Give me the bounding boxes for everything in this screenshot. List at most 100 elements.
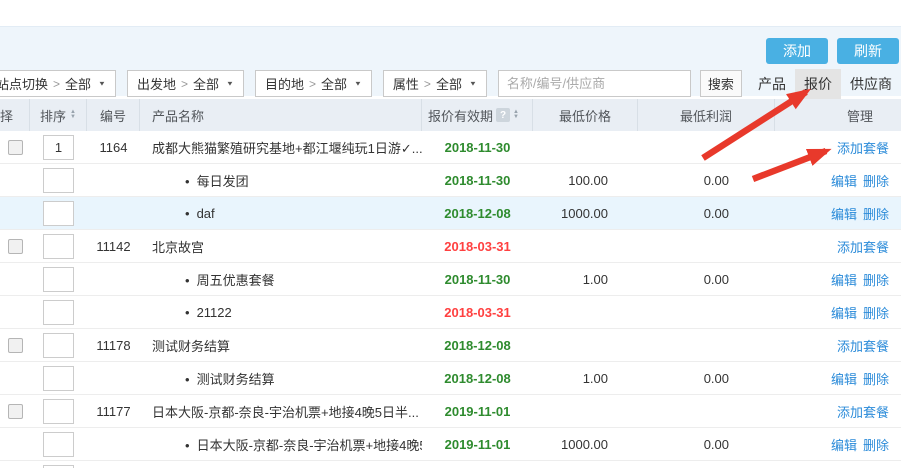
min-profit: 0.00 <box>638 272 775 287</box>
delete-link[interactable]: 删除 <box>863 306 889 321</box>
add-button[interactable]: 添加 <box>766 38 828 64</box>
valid-date-cell: 2019-11-01 <box>422 404 533 419</box>
sort-input[interactable] <box>43 399 74 424</box>
package-name: •测试财务结算 <box>140 369 422 388</box>
help-icon[interactable]: ? <box>496 108 510 122</box>
manage-cell: 添加套餐 <box>775 138 901 157</box>
min-profit: 0.00 <box>638 173 775 188</box>
caret-down-icon: ▼ <box>354 80 362 87</box>
valid-date: 2018-03-31 <box>444 239 511 254</box>
edit-link[interactable]: 编辑 <box>831 372 857 387</box>
valid-date: 2018-12-08 <box>444 206 511 221</box>
bullet-icon: • <box>185 174 190 189</box>
sort-cell <box>30 366 87 391</box>
add-package-link[interactable]: 添加套餐 <box>837 339 889 354</box>
product-code: 1164 <box>87 140 140 155</box>
table-body: 1164成都大熊猫繁殖研究基地+都江堰纯玩1日游✓... 2018-11-30 添加… <box>0 131 901 468</box>
filter-separator: > <box>53 77 60 91</box>
row-checkbox[interactable] <box>8 239 23 254</box>
row-checkbox[interactable] <box>8 404 23 419</box>
min-profit-header: 最低利润 <box>638 99 775 131</box>
filter-departure[interactable]: 出发地 > 全部 ▼ <box>127 70 244 97</box>
valid-date-header[interactable]: 报价有效期 ? ▲▼ <box>422 99 533 131</box>
filter-label: 属性 <box>393 74 419 93</box>
tab-product[interactable]: 产品 <box>749 69 795 99</box>
tab-quote[interactable]: 报价 <box>795 69 841 99</box>
filter-site-switch[interactable]: 站点切换 > 全部 ▼ <box>0 70 116 97</box>
product-code: 11142 <box>87 239 140 254</box>
bullet-icon: • <box>185 206 190 221</box>
valid-date: 2018-03-31 <box>444 305 511 320</box>
sort-input[interactable] <box>43 135 74 160</box>
product-code: 11177 <box>87 404 140 419</box>
edit-link[interactable]: 编辑 <box>831 438 857 453</box>
add-package-link[interactable]: 添加套餐 <box>837 141 889 156</box>
valid-date: 2018-12-08 <box>444 371 511 386</box>
sort-input[interactable] <box>43 267 74 292</box>
product-name: 测试财务结算 <box>140 336 422 355</box>
tab-bar: 产品 报价 供应商 <box>749 69 901 99</box>
manage-cell: 编辑删除 <box>775 369 901 388</box>
delete-link[interactable]: 删除 <box>863 438 889 453</box>
manage-cell: 编辑删除 <box>775 435 901 454</box>
package-row: •21122 2018-03-31 编辑删除 <box>0 296 901 329</box>
sort-input[interactable] <box>43 333 74 358</box>
sort-input[interactable] <box>43 201 74 226</box>
delete-link[interactable]: 删除 <box>863 273 889 288</box>
select-cell <box>0 239 30 254</box>
filter-destination[interactable]: 目的地 > 全部 ▼ <box>255 70 372 97</box>
sort-input[interactable] <box>43 366 74 391</box>
search-button[interactable]: 搜索 <box>700 70 742 97</box>
sort-input[interactable] <box>43 168 74 193</box>
package-name: •每日发团 <box>140 171 422 190</box>
package-name: •21122 <box>140 305 422 320</box>
min-profit: 0.00 <box>638 437 775 452</box>
product-row: 11178测试财务结算2018-12-08添加套餐 <box>0 329 901 362</box>
sort-input[interactable] <box>43 234 74 259</box>
manage-cell: 添加套餐 <box>775 336 901 355</box>
filter-bar: 站点切换 > 全部 ▼ 出发地 > 全部 ▼ 目的地 > 全部 ▼ 属性 > 全… <box>0 70 901 97</box>
sort-input[interactable] <box>43 432 74 457</box>
delete-link[interactable]: 删除 <box>863 372 889 387</box>
filter-attribute[interactable]: 属性 > 全部 ▼ <box>383 70 487 97</box>
product-name: 成都大熊猫繁殖研究基地+都江堰纯玩1日游✓... <box>140 138 422 157</box>
bullet-icon: • <box>185 305 190 320</box>
valid-date-cell: 2018-03-31 <box>422 239 533 254</box>
valid-date: 2018-12-08 <box>444 338 511 353</box>
search-input[interactable] <box>498 70 691 97</box>
filter-value: 全部 <box>193 74 219 93</box>
sort-input[interactable] <box>43 465 74 468</box>
min-price: 100.00 <box>533 173 638 188</box>
valid-date-cell: 2018-11-30 <box>422 173 533 188</box>
edit-link[interactable]: 编辑 <box>831 207 857 222</box>
filter-value: 全部 <box>65 74 91 93</box>
edit-link[interactable]: 编辑 <box>831 273 857 288</box>
min-profit: 0.00 <box>638 371 775 386</box>
edit-link[interactable]: 编辑 <box>831 306 857 321</box>
delete-link[interactable]: 删除 <box>863 174 889 189</box>
delete-link[interactable]: 删除 <box>863 207 889 222</box>
sort-icon[interactable]: ▲▼ <box>70 110 76 120</box>
min-price: 1.00 <box>533 371 638 386</box>
edit-link[interactable]: 编辑 <box>831 174 857 189</box>
sort-cell <box>30 399 87 424</box>
manage-header: 管理 <box>775 99 901 131</box>
row-checkbox[interactable] <box>8 338 23 353</box>
refresh-button[interactable]: 刷新 <box>837 38 899 64</box>
package-name: •daf <box>140 206 422 221</box>
add-package-link[interactable]: 添加套餐 <box>837 405 889 420</box>
add-package-link[interactable]: 添加套餐 <box>837 240 889 255</box>
sort-icon[interactable]: ▲▼ <box>513 110 519 120</box>
sort-cell <box>30 465 87 468</box>
filter-label: 出发地 <box>137 74 176 93</box>
caret-down-icon: ▼ <box>226 80 234 87</box>
sort-input[interactable] <box>43 300 74 325</box>
bullet-icon: • <box>185 438 190 453</box>
valid-date-cell: 2018-03-31 <box>422 305 533 320</box>
sort-header[interactable]: 排序 ▲▼ <box>30 99 87 131</box>
filter-separator: > <box>424 77 431 91</box>
valid-date: 2019-11-01 <box>445 404 511 419</box>
tab-supplier[interactable]: 供应商 <box>841 69 901 99</box>
row-checkbox[interactable] <box>8 140 23 155</box>
caret-down-icon: ▼ <box>469 80 477 87</box>
